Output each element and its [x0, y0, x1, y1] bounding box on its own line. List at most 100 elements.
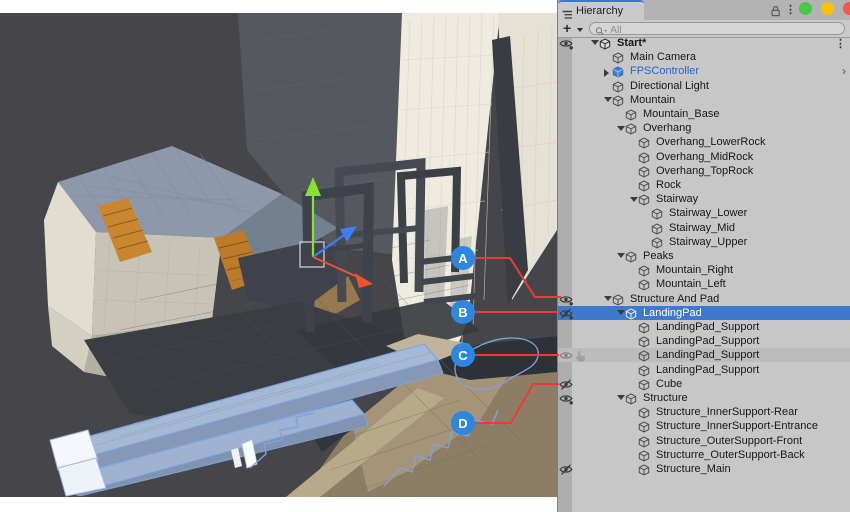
tree-row-overhang-toprock[interactable]: Overhang_TopRock	[558, 164, 850, 178]
tree-row-structure-and-pad[interactable]: Structure And Pad	[558, 292, 850, 306]
window-dot-0[interactable]	[799, 2, 812, 15]
search-input[interactable]	[608, 23, 837, 36]
tree-row-mountain-right[interactable]: Mountain_Right	[558, 263, 850, 277]
gameobject-cube-icon	[612, 51, 624, 63]
tree-row-stairway-mid[interactable]: Stairway_Mid	[558, 221, 850, 235]
tree-row-rock[interactable]: Rock	[558, 178, 850, 192]
tree-row-label: LandingPad_Support	[656, 335, 759, 347]
gameobject-cube-icon	[612, 94, 624, 106]
tree-row-fpscontroller[interactable]: FPSController ›	[558, 64, 850, 78]
hierarchy-tree: Start*⋮Main CameraFPSController › Directio…	[558, 38, 850, 512]
tree-row-label: Overhang	[643, 122, 691, 134]
tree-row-label: Structure_Main	[656, 463, 731, 475]
tree-row-mountain-left[interactable]: Mountain_Left	[558, 277, 850, 291]
tree-row-landingpad-support[interactable]: LandingPad_Support	[558, 320, 850, 334]
gameobject-cube-icon	[638, 278, 650, 290]
tree-row-label: Overhang_MidRock	[656, 151, 753, 163]
tree-row-structure-innersupport-rear[interactable]: Structure_InnerSupport-Rear	[558, 405, 850, 419]
tree-row-mountain-base[interactable]: Mountain_Base	[558, 107, 850, 121]
tree-row-landingpad-support[interactable]: LandingPad_Support	[558, 348, 850, 362]
tree-row-landingpad-support[interactable]: LandingPad_Support	[558, 334, 850, 348]
tree-row-label: FPSController	[630, 65, 699, 77]
tree-row-overhang-midrock[interactable]: Overhang_MidRock	[558, 150, 850, 164]
visibility-eye-icon[interactable]	[559, 38, 573, 49]
tree-row-directional-light[interactable]: Directional Light	[558, 79, 850, 93]
tree-row-stairway-upper[interactable]: Stairway_Upper	[558, 235, 850, 249]
disclosure-open-icon[interactable]	[617, 310, 625, 315]
pickability-hand-icon[interactable]	[574, 349, 587, 361]
visibility-eye-icon[interactable]	[559, 293, 573, 305]
tree-row-label: Mountain	[630, 94, 675, 106]
create-button[interactable]: +	[563, 20, 571, 36]
tree-row-structure-outersupport-front[interactable]: Structure_OuterSupport-Front	[558, 434, 850, 448]
create-dropdown-caret[interactable]	[577, 28, 583, 32]
gameobject-cube-icon	[625, 108, 637, 120]
hierarchy-toolbar: +	[558, 20, 850, 38]
tree-row-label: Structurre_OuterSupport-Back	[656, 449, 805, 461]
disclosure-open-icon[interactable]	[617, 126, 625, 131]
gameobject-cube-icon	[638, 165, 650, 177]
tree-row-label: Stairway_Lower	[669, 207, 747, 219]
unity-editor-screenshot: Hierarchy ⋮ + Start*⋮Main CameraFPSContr…	[0, 0, 850, 512]
tree-row-stairway-lower[interactable]: Stairway_Lower	[558, 206, 850, 220]
tree-row-cube[interactable]: Cube	[558, 377, 850, 391]
tree-row-landingpad-support[interactable]: LandingPad_Support	[558, 363, 850, 377]
tree-row-label: Mountain_Right	[656, 264, 733, 276]
disclosure-open-icon[interactable]	[591, 40, 599, 45]
panel-menu-icon[interactable]: ⋮	[785, 3, 796, 16]
tree-row-structurre-outersupport-back[interactable]: Structurre_OuterSupport-Back	[558, 448, 850, 462]
gameobject-cube-icon	[638, 435, 650, 447]
disclosure-open-icon[interactable]	[617, 253, 625, 258]
gameobject-cube-icon	[638, 364, 650, 376]
tree-row-structure-main[interactable]: Structure_Main	[558, 462, 850, 476]
tree-row-overhang-lowerrock[interactable]: Overhang_LowerRock	[558, 135, 850, 149]
tree-row-start-[interactable]: Start*⋮	[558, 38, 850, 50]
hierarchy-titlebar: Hierarchy ⋮	[558, 0, 850, 20]
visibility-eye-icon[interactable]	[559, 392, 573, 404]
tree-row-mountain[interactable]: Mountain	[558, 93, 850, 107]
tree-row-structure[interactable]: Structure	[558, 391, 850, 405]
window-dot-1[interactable]	[821, 2, 834, 15]
disclosure-open-icon[interactable]	[604, 97, 612, 102]
tree-row-label: Stairway_Mid	[669, 222, 735, 234]
gameobject-cube-icon	[638, 321, 650, 333]
tree-row-label: Directional Light	[630, 80, 709, 92]
disclosure-open-icon[interactable]	[604, 296, 612, 301]
disclosure-open-icon[interactable]	[630, 197, 638, 202]
tree-row-label: Overhang_LowerRock	[656, 136, 765, 148]
window-dot-2[interactable]	[843, 2, 850, 15]
tree-row-label: Peaks	[643, 250, 674, 262]
tree-row-label: Rock	[656, 179, 681, 191]
row-menu-icon[interactable]: ⋮	[835, 38, 846, 50]
gameobject-cube-icon	[612, 80, 624, 92]
gameobject-cube-icon	[625, 392, 637, 404]
tree-row-overhang[interactable]: Overhang	[558, 121, 850, 135]
tree-row-structure-innersupport-entrance[interactable]: Structure_InnerSupport-Entrance	[558, 419, 850, 433]
visibility-eye-off-icon[interactable]	[559, 378, 573, 390]
tree-row-label: Structure_InnerSupport-Rear	[656, 406, 798, 418]
gameobject-cube-icon	[651, 222, 663, 234]
tree-row-label: Structure And Pad	[630, 293, 719, 305]
gameobject-cube-icon	[625, 307, 637, 319]
search-box[interactable]	[589, 22, 845, 35]
disclosure-closed-icon[interactable]	[604, 69, 609, 77]
tree-row-label: LandingPad_Support	[656, 349, 759, 361]
tree-row-label: LandingPad	[643, 307, 702, 319]
gameobject-cube-icon	[638, 449, 650, 461]
gameobject-cube-icon	[638, 264, 650, 276]
tree-row-label: LandingPad_Support	[656, 364, 759, 376]
tree-row-peaks[interactable]: Peaks	[558, 249, 850, 263]
bottom-margin	[0, 497, 557, 512]
visibility-eye-off-icon[interactable]	[559, 307, 573, 319]
prefab-open-chevron[interactable]: ›	[842, 64, 846, 78]
scene-view[interactable]	[0, 0, 557, 512]
tab-hierarchy[interactable]: Hierarchy	[558, 0, 644, 20]
gameobject-cube-icon	[638, 136, 650, 148]
tree-row-label: LandingPad_Support	[656, 321, 759, 333]
tree-row-main-camera[interactable]: Main Camera	[558, 50, 850, 64]
tree-row-landingpad[interactable]: LandingPad	[558, 306, 850, 320]
tree-row-stairway[interactable]: Stairway	[558, 192, 850, 206]
visibility-eye-off-icon[interactable]	[559, 463, 573, 475]
visibility-eye-icon[interactable]	[559, 349, 573, 361]
disclosure-open-icon[interactable]	[617, 395, 625, 400]
